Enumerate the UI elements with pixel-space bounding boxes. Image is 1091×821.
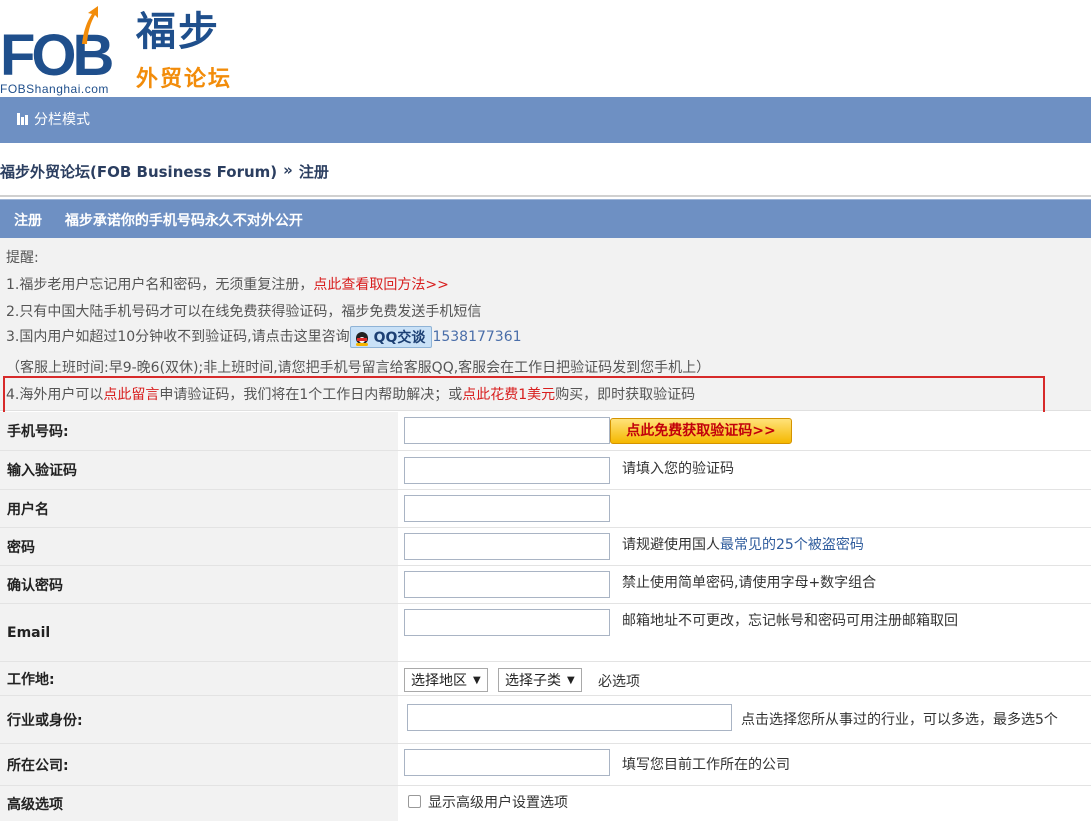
caret-down-icon: ▼ xyxy=(473,674,481,686)
breadcrumb-current: 注册 xyxy=(298,163,329,181)
password-input[interactable] xyxy=(404,533,610,560)
qq-chat-label: QQ交谈 xyxy=(373,330,426,346)
work-label: 工作地: xyxy=(0,662,398,695)
register-header: 注册 福步承诺你的手机号码永久不对外公开 xyxy=(0,199,1091,238)
company-row: 所在公司: 填写您目前工作所在的公司 xyxy=(0,744,1091,786)
company-hint: 填写您目前工作所在的公司 xyxy=(622,757,790,773)
columns-icon xyxy=(17,113,29,125)
email-label: Email xyxy=(0,604,398,661)
email-hint: 邮箱地址不可更改，忘记帐号和密码可用注册邮箱取回 xyxy=(622,613,958,629)
notice-label: 提醒: xyxy=(6,250,39,266)
privacy-promise: 福步承诺你的手机号码永久不对外公开 xyxy=(64,213,303,229)
password-row: 密码 请规避使用国人最常见的25个被盗密码 xyxy=(0,528,1091,566)
username-input[interactable] xyxy=(404,495,610,522)
password-label: 密码 xyxy=(0,528,398,565)
register-title: 注册 xyxy=(14,213,42,229)
recover-account-link[interactable]: 点此查看取回方法>> xyxy=(313,277,448,293)
column-mode-toggle[interactable]: 分栏模式 xyxy=(17,109,90,129)
phone-label: 手机号码: xyxy=(0,412,398,450)
notice-line-2: 2.只有中国大陆手机号码才可以在线免费获得验证码，福步免费发送手机短信 xyxy=(6,304,482,320)
company-label: 所在公司: xyxy=(0,744,398,785)
advanced-row: 高级选项 显示高级用户设置选项 xyxy=(0,786,1091,821)
phone-input[interactable] xyxy=(404,417,610,444)
nav-bar: 分栏模式 xyxy=(0,97,1091,143)
advanced-checkbox[interactable] xyxy=(408,795,421,808)
email-row: Email 邮箱地址不可更改，忘记帐号和密码可用注册邮箱取回 xyxy=(0,604,1091,662)
notice-line-3-text: 3.国内用户如超过10分钟收不到验证码,请点击这里咨询 xyxy=(6,329,350,345)
phone-row: 手机号码: 点此免费获取验证码>> xyxy=(0,412,1091,451)
industry-input[interactable] xyxy=(407,704,732,731)
site-header: FOB FOBShanghai.com 福步 外贸论坛 xyxy=(0,0,1091,97)
overseas-highlight-box xyxy=(3,376,1045,417)
breadcrumb-forum-link[interactable]: 福步外贸论坛(FOB Business Forum) xyxy=(0,161,277,182)
logo-arrow-icon xyxy=(82,6,98,44)
notice-line-3: 3.国内用户如超过10分钟收不到验证码,请点击这里咨询 QQ交谈 153817736… xyxy=(6,326,522,348)
password-hint: 请规避使用国人最常见的25个被盗密码 xyxy=(622,534,864,554)
breadcrumb-separator: » xyxy=(283,161,293,179)
notice-line-1: 1.福步老用户忘记用户名和密码，无须重复注册，点此查看取回方法>> xyxy=(6,274,449,294)
breadcrumb: 福步外贸论坛(FOB Business Forum) » 注册 xyxy=(0,161,329,182)
qq-number: 1538177361 xyxy=(432,329,522,345)
confirm-hint: 禁止使用简单密码,请使用字母+数字组合 xyxy=(622,575,877,591)
industry-label: 行业或身份: xyxy=(0,696,398,743)
company-input[interactable] xyxy=(404,749,610,776)
code-hint: 请填入您的验证码 xyxy=(622,461,734,477)
subtype-select[interactable]: 选择子类 ▼ xyxy=(498,668,582,692)
qq-penguin-icon xyxy=(354,328,370,346)
industry-hint: 点击选择您所从事过的行业，可以多选，最多选5个 xyxy=(741,712,1058,728)
common-passwords-link[interactable]: 最常见的25个被盗密码 xyxy=(720,537,864,553)
code-label: 输入验证码 xyxy=(0,451,398,489)
required-hint: 必选项 xyxy=(598,674,640,690)
site-logo[interactable]: FOB FOBShanghai.com 福步 外贸论坛 xyxy=(0,4,240,96)
confirm-row: 确认密码 禁止使用简单密码,请使用字母+数字组合 xyxy=(0,566,1091,604)
notice-line-1-text: 1.福步老用户忘记用户名和密码，无须重复注册， xyxy=(6,277,314,293)
code-input[interactable] xyxy=(404,457,610,484)
logo-name: 福步 xyxy=(136,9,220,55)
region-select-value: 选择地区 xyxy=(411,673,467,689)
advanced-checkbox-label: 显示高级用户设置选项 xyxy=(428,795,568,811)
qq-chat-button[interactable]: QQ交谈 xyxy=(349,326,433,348)
confirm-password-input[interactable] xyxy=(404,571,610,598)
industry-row: 行业或身份: 点击选择您所从事过的行业，可以多选，最多选5个 xyxy=(0,696,1091,744)
username-row: 用户名 xyxy=(0,490,1091,528)
email-input[interactable] xyxy=(404,609,610,636)
column-mode-label: 分栏模式 xyxy=(34,112,90,128)
advanced-label: 高级选项 xyxy=(0,786,398,821)
divider xyxy=(0,195,1091,197)
code-row: 输入验证码 请填入您的验证码 xyxy=(0,451,1091,490)
username-label: 用户名 xyxy=(0,490,398,527)
logo-site: FOBShanghai.com xyxy=(0,82,109,96)
notice-line-4: （客服上班时间:早9-晚6(双休);非上班时间,请您把手机号留言给客服QQ,客服… xyxy=(6,360,711,376)
confirm-label: 确认密码 xyxy=(0,566,398,603)
logo-subtitle: 外贸论坛 xyxy=(136,67,233,92)
work-row: 工作地: 选择地区 ▼ 选择子类 ▼ 必选项 xyxy=(0,662,1091,696)
password-hint-text: 请规避使用国人 xyxy=(622,537,720,553)
subtype-select-value: 选择子类 xyxy=(505,673,561,689)
region-select[interactable]: 选择地区 ▼ xyxy=(404,668,488,692)
get-code-button[interactable]: 点此免费获取验证码>> xyxy=(610,418,792,444)
caret-down-icon: ▼ xyxy=(567,674,575,686)
